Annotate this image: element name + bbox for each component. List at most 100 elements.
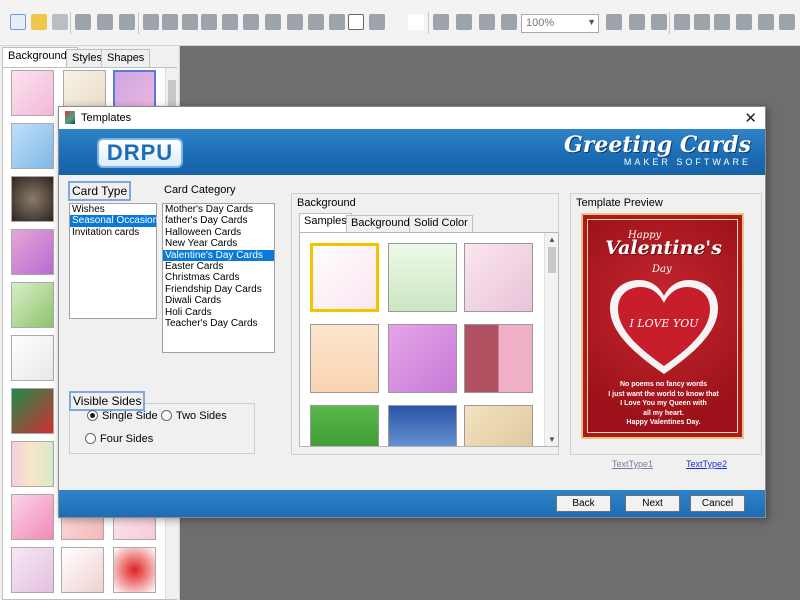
radio-icon: [85, 433, 96, 444]
card-preview: Happy Valentine's Day I LOVE YOU No poem…: [581, 213, 744, 439]
card-category-list[interactable]: Mother's Day Cards father's Day Cards Ha…: [162, 203, 275, 353]
properties-icon[interactable]: [142, 13, 160, 31]
shape-icon[interactable]: [264, 13, 282, 31]
sample-thumbnail[interactable]: [464, 243, 533, 312]
next-button[interactable]: Next: [625, 495, 680, 512]
close-icon[interactable]: [51, 13, 69, 31]
arrow-down-icon[interactable]: [778, 13, 796, 31]
zoom-select[interactable]: 100% ▼: [521, 14, 599, 33]
background-thumbnail[interactable]: [11, 547, 54, 593]
print-icon[interactable]: [161, 13, 179, 31]
list-item[interactable]: Invitation cards: [70, 227, 156, 238]
redo-icon[interactable]: [478, 13, 496, 31]
page-icon[interactable]: [432, 13, 450, 31]
background-thumbnail[interactable]: [11, 441, 54, 487]
group-icon[interactable]: [650, 13, 668, 31]
list-item[interactable]: father's Day Cards: [163, 215, 274, 226]
line-icon[interactable]: [407, 13, 425, 31]
samples-scrollbar[interactable]: ▲ ▼: [544, 233, 558, 446]
product-tagline: MAKER SOFTWARE: [623, 157, 751, 167]
list-item[interactable]: Mother's Day Cards: [163, 204, 274, 215]
chevron-down-icon[interactable]: ▼: [548, 435, 556, 444]
align-icon[interactable]: [757, 13, 775, 31]
background-thumbnail[interactable]: [11, 123, 54, 169]
cut-icon[interactable]: [200, 13, 218, 31]
two-sides-radio[interactable]: Two Sides: [161, 410, 227, 422]
visible-sides-label: Visible Sides: [69, 391, 146, 411]
sample-thumbnail[interactable]: [310, 405, 379, 446]
sample-thumbnail[interactable]: [388, 405, 457, 446]
dialog-title: Templates: [81, 112, 132, 124]
background-thumbnail[interactable]: [11, 229, 54, 275]
tab-shapes[interactable]: Shapes: [101, 49, 151, 67]
templates-dialog: Templates ✕ DRPU Greeting Cards MAKER SO…: [58, 106, 766, 518]
print-setup-icon[interactable]: [118, 13, 136, 31]
drpu-logo: DRPU: [97, 138, 183, 168]
app-icon: [65, 111, 75, 124]
list-item[interactable]: Wishes: [70, 204, 156, 215]
tab-samples[interactable]: Samples: [299, 213, 352, 232]
list-item[interactable]: Easter Cards: [163, 261, 274, 272]
list-item[interactable]: Christmas Cards: [163, 272, 274, 283]
card-title-text: Valentine's: [605, 237, 722, 259]
back-button[interactable]: Back: [556, 495, 611, 512]
sample-thumbnail[interactable]: [464, 405, 533, 446]
background-thumbnail[interactable]: [61, 547, 104, 593]
background-thumbnail[interactable]: [11, 176, 54, 222]
list-item[interactable]: Friendship Day Cards: [163, 284, 274, 295]
text-type1-link[interactable]: TextType1: [612, 459, 653, 469]
card-type-label: Card Type: [68, 181, 132, 201]
flip-icon[interactable]: [693, 13, 711, 31]
save-icon[interactable]: [74, 13, 92, 31]
header-banner: DRPU Greeting Cards MAKER SOFTWARE: [59, 129, 765, 175]
new-icon[interactable]: [9, 13, 27, 31]
image-icon[interactable]: [242, 13, 260, 31]
list-item[interactable]: New Year Cards: [163, 238, 274, 249]
background-thumbnail[interactable]: [11, 70, 54, 116]
zoom-icon[interactable]: [500, 13, 518, 31]
open-icon[interactable]: [30, 13, 48, 31]
copy-icon[interactable]: [181, 13, 199, 31]
background-thumbnail[interactable]: [11, 335, 54, 381]
signature-icon[interactable]: [347, 13, 365, 31]
save-as-icon[interactable]: [96, 13, 114, 31]
radio-icon: [161, 410, 172, 421]
card-category-label: Card Category: [164, 184, 236, 196]
background-thumbnail[interactable]: [11, 388, 54, 434]
table-icon[interactable]: [328, 13, 346, 31]
tab-solid-color[interactable]: Solid Color: [409, 215, 473, 232]
text-type2-link[interactable]: TextType2: [686, 459, 727, 469]
card-type-list[interactable]: Wishes Seasonal Occasion Invitation card…: [69, 203, 158, 319]
arrow-up-icon[interactable]: [735, 13, 753, 31]
dialog-titlebar: Templates ✕: [59, 107, 765, 129]
list-item[interactable]: Diwali Cards: [163, 295, 274, 306]
arrow-left-icon[interactable]: [673, 13, 691, 31]
sample-thumbnail[interactable]: [464, 324, 533, 393]
list-item[interactable]: Halloween Cards: [163, 227, 274, 238]
background-thumbnail[interactable]: [11, 494, 54, 540]
list-item[interactable]: Valentine's Day Cards: [163, 249, 274, 261]
undo-icon[interactable]: [455, 13, 473, 31]
close-icon[interactable]: ✕: [744, 109, 757, 127]
sample-thumbnail[interactable]: [310, 243, 379, 312]
lock-icon[interactable]: [605, 13, 623, 31]
email-icon[interactable]: [368, 13, 386, 31]
chevron-up-icon[interactable]: ▲: [548, 235, 556, 244]
paste-icon[interactable]: [221, 13, 239, 31]
list-item[interactable]: Holi Cards: [163, 307, 274, 318]
cancel-button[interactable]: Cancel: [690, 495, 745, 512]
unlock-icon[interactable]: [628, 13, 646, 31]
sample-thumbnail[interactable]: [310, 324, 379, 393]
background-thumbnail[interactable]: [113, 547, 156, 593]
list-item[interactable]: Teacher's Day Cards: [163, 318, 274, 329]
background-thumbnail[interactable]: [11, 282, 54, 328]
barcode-icon[interactable]: [286, 13, 304, 31]
four-sides-radio[interactable]: Four Sides: [85, 433, 153, 445]
list-item[interactable]: Seasonal Occasion: [70, 215, 158, 227]
product-logo: Greeting Cards MAKER SOFTWARE: [564, 133, 751, 167]
single-side-radio[interactable]: Single Side: [87, 410, 158, 422]
arrow-right-icon[interactable]: [713, 13, 731, 31]
sample-thumbnail[interactable]: [388, 243, 457, 312]
sample-thumbnail[interactable]: [388, 324, 457, 393]
text-icon[interactable]: [307, 13, 325, 31]
